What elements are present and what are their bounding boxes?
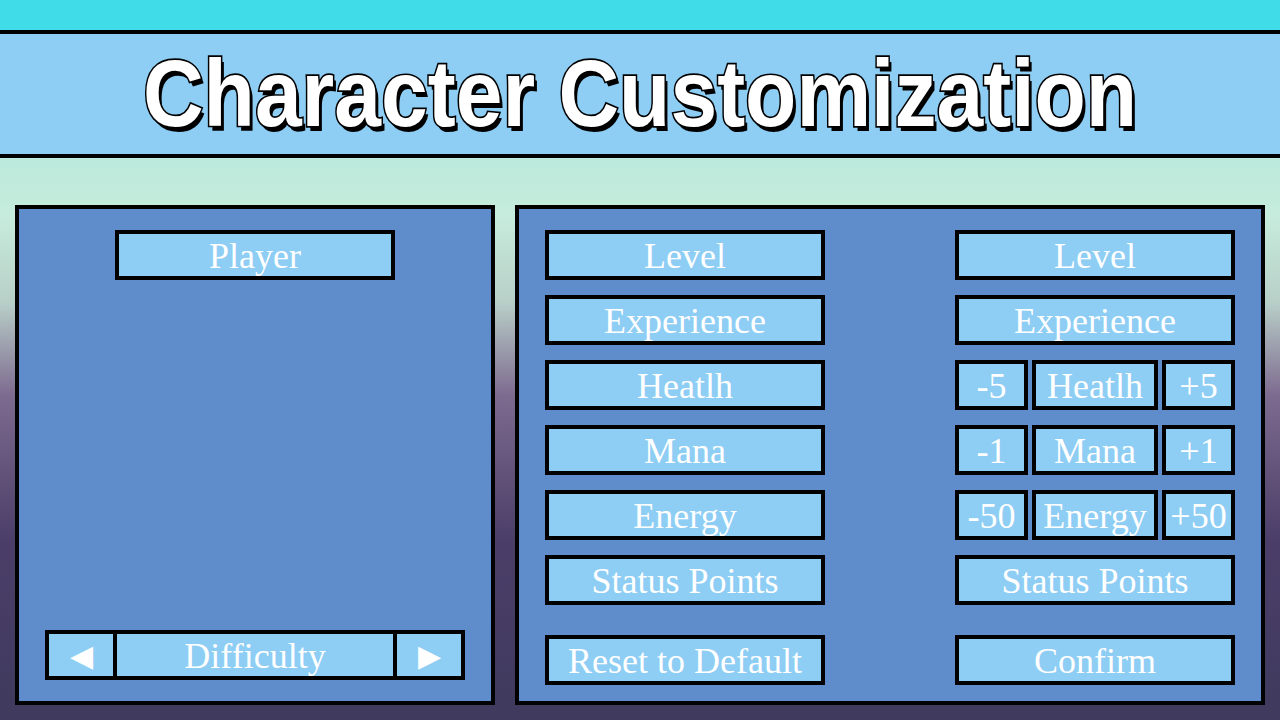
increase-button[interactable]: +5: [1162, 360, 1235, 410]
stat-label: Status Points: [545, 555, 825, 605]
decrease-button[interactable]: -50: [955, 490, 1028, 540]
stat-adjust-row: -5Heatlh+5: [955, 360, 1235, 410]
stats-grid: Level Experience Heatlh Mana Energy Status Po…: [545, 230, 1235, 605]
stat-label: Energy: [1032, 490, 1158, 540]
stat-label: Energy: [545, 490, 825, 540]
difficulty-next-button[interactable]: ▶: [393, 630, 465, 680]
title: Character Customization: [143, 47, 1137, 141]
stat-adjust-row: -50Energy+50: [955, 490, 1235, 540]
increase-button[interactable]: +50: [1162, 490, 1235, 540]
increase-button[interactable]: +1: [1162, 425, 1235, 475]
difficulty-selector: ◀Difficulty▶: [45, 630, 465, 680]
stat-label: Mana: [545, 425, 825, 475]
stat-label: Level: [545, 230, 825, 280]
stats-panel: Level Experience Heatlh Mana Energy Status Po…: [515, 205, 1265, 705]
confirm-button[interactable]: Confirm: [955, 635, 1235, 685]
decrease-button[interactable]: -1: [955, 425, 1028, 475]
new-stats-column: Level Experience -5Heatlh+5 -1Mana+1 -50Ener…: [955, 230, 1235, 605]
character-customization-screen: Character Customization Player ◀Difficulty…: [0, 0, 1280, 720]
stat-label: Heatlh: [545, 360, 825, 410]
stat-label: Experience: [955, 295, 1235, 345]
action-row: Reset to Default Confirm: [545, 635, 1235, 685]
current-stats-column: Level Experience Heatlh Mana Energy Status Po…: [545, 230, 825, 605]
stat-label: Heatlh: [1032, 360, 1158, 410]
player-panel: Player ◀Difficulty▶: [15, 205, 495, 705]
player-label: Player: [115, 230, 395, 280]
stat-label: Experience: [545, 295, 825, 345]
top-strip: [0, 0, 1280, 30]
difficulty-prev-button[interactable]: ◀: [45, 630, 117, 680]
reset-button[interactable]: Reset to Default: [545, 635, 825, 685]
stat-adjust-row: -1Mana+1: [955, 425, 1235, 475]
difficulty-label: Difficulty: [117, 630, 393, 680]
title-bar: Character Customization: [0, 30, 1280, 158]
stat-label: Status Points: [955, 555, 1235, 605]
stat-label: Mana: [1032, 425, 1158, 475]
decrease-button[interactable]: -5: [955, 360, 1028, 410]
scene: Player ◀Difficulty▶ Level Experience Heatlh M…: [0, 158, 1280, 720]
stat-label: Level: [955, 230, 1235, 280]
